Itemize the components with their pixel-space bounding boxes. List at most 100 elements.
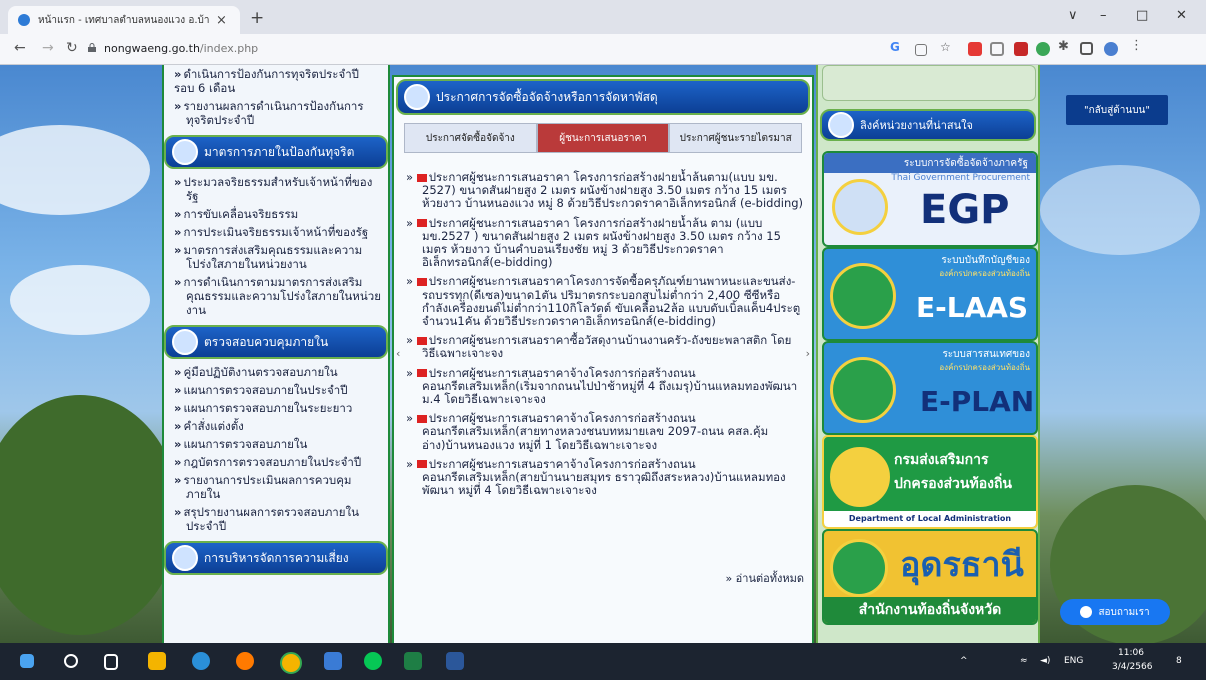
banner-subtitle: ระบบบันทึกบัญชีของ (941, 255, 1030, 266)
dla-banner[interactable]: กรมส่งเสริมการ ปกครองส่วนท้องถิ่น Depart… (822, 435, 1038, 529)
task-view-icon[interactable] (104, 654, 118, 670)
list-item[interactable]: รายงานผลการดำเนินการป้องกันการทุจริตประจ… (164, 97, 388, 129)
clock-time[interactable]: 11:06 (1118, 648, 1144, 658)
url-field[interactable]: nongwaeng.go.th/index.php (104, 42, 258, 55)
reload-icon[interactable]: ↻ (66, 40, 78, 56)
announcement-item[interactable]: » ประกาศผู้ชนะการเสนอราคาซื้อวัสดุงานบ้า… (404, 334, 804, 361)
section-header-anti-corruption: มาตรการภายในป้องกันทุจริต (164, 135, 388, 169)
extension-globe-icon[interactable] (1036, 42, 1050, 56)
section-logo-icon (172, 139, 198, 165)
udonthani-banner[interactable]: อุดรธานี สำนักงานท้องถิ่นจังหวัด (822, 529, 1038, 625)
list-item[interactable]: คู่มือปฏิบัติงานตรวจสอบภายใน (164, 363, 388, 381)
announcement-item[interactable]: » ประกาศผู้ชนะการเสนอราคา โครงการก่อสร้า… (404, 170, 804, 211)
clock-date[interactable]: 3/4/2566 (1112, 662, 1152, 672)
list-item[interactable]: การขับเคลื่อนจริยธรรม (164, 205, 388, 223)
section-header-internal-audit: ตรวจสอบควบคุมภายใน (164, 325, 388, 359)
volume-icon[interactable]: ◄) (1040, 656, 1050, 666)
section-logo-icon (828, 112, 854, 138)
list-item[interactable]: แผนการตรวจสอบภายในระยะยาว (164, 399, 388, 417)
menu-kebab-icon[interactable]: ⋮ (1130, 38, 1144, 53)
read-more-link[interactable]: » อ่านต่อทั้งหมด (725, 569, 804, 587)
pdf-icon (416, 336, 427, 345)
new-tab-button[interactable]: + (250, 8, 264, 28)
wifi-icon[interactable]: ≈ (1020, 656, 1028, 666)
extension-red-icon[interactable] (968, 42, 982, 56)
minimize-button[interactable]: – (1100, 8, 1107, 23)
google-g-icon[interactable]: G (890, 40, 904, 54)
notification-count[interactable]: 8 (1176, 656, 1182, 666)
tab-quarterly-winners[interactable]: ประกาศผู้ชนะรายไตรมาส (669, 123, 803, 153)
elaas-banner[interactable]: ระบบบันทึกบัญชีของ องค์กรปกครองส่วนท้องถ… (822, 247, 1038, 341)
tab-winning-bidders[interactable]: ผู้ชนะการเสนอราคา (536, 123, 670, 153)
scroll-left-arrow-icon[interactable]: ‹ (396, 347, 400, 360)
egp-banner[interactable]: ระบบการจัดซื้อจัดจ้างภาครัฐ Thai Governm… (822, 151, 1038, 247)
list-item[interactable]: รายงานการประเมินผลการควบคุมภายใน (164, 471, 388, 503)
forward-arrow-icon[interactable]: → (42, 40, 54, 56)
announcement-item[interactable]: » ประกาศผู้ชนะการเสนอราคาจ้างโครงการก่อส… (404, 412, 804, 452)
announcement-item[interactable]: » ประกาศผู้ชนะการเสนอราคา โครงการก่อสร้า… (404, 216, 804, 270)
banner-subtitle: กรมส่งเสริมการ (894, 452, 989, 468)
banner-title: E-PLAN (920, 385, 1035, 418)
share-icon[interactable] (915, 44, 927, 56)
banner-title: E-LAAS (916, 291, 1029, 324)
list-item[interactable]: การประเมินจริยธรรมเจ้าหน้าที่ของรัฐ (164, 223, 388, 241)
pdf-icon (416, 460, 427, 469)
announcement-item[interactable]: » ประกาศผู้ชนะการเสนอราคาโครงการจัดซื้อค… (404, 275, 804, 328)
extension-badge-icon[interactable] (1014, 42, 1028, 56)
web-page: ดำเนินการป้องกันการทุจริตประจำปี รอบ 6 เ… (0, 65, 1206, 643)
list-item[interactable]: กฎบัตรการตรวจสอบภายในประจำปี (164, 453, 388, 471)
list-item[interactable]: ดำเนินการป้องกันการทุจริตประจำปี รอบ 6 เ… (164, 65, 388, 97)
scroll-right-arrow-icon[interactable]: › (806, 347, 810, 360)
search-icon[interactable] (64, 654, 78, 668)
tab-search-icon[interactable]: ∨ (1068, 8, 1078, 23)
list-item[interactable]: แผนการตรวจสอบภายใน (164, 435, 388, 453)
line-app-icon[interactable] (364, 652, 382, 670)
excel-icon[interactable] (404, 652, 422, 670)
announcement-item[interactable]: » ประกาศผู้ชนะการเสนอราคาจ้างโครงการก่อส… (404, 366, 804, 407)
list-item[interactable]: มาตรการส่งเสริมคุณธรรมและความโปร่งใสภายใ… (164, 241, 388, 273)
links-title: ลิงค์หน่วยงานที่น่าสนใจ (860, 119, 973, 132)
partner-banner-top[interactable] (822, 65, 1036, 101)
banner-small: ปกครองส่วนท้องถิ่น (894, 476, 1012, 492)
word-icon[interactable] (446, 652, 464, 670)
tab-title: หน้าแรก - เทศบาลตำบลหนองแวง อ.บ้านฝาง (38, 14, 210, 26)
language-indicator[interactable]: ENG (1064, 656, 1083, 666)
panel-title: ประกาศการจัดซื้อจัดจ้างหรือการจัดหาพัสดุ (436, 89, 658, 104)
chat-button[interactable]: สอบถามเรา (1060, 599, 1170, 625)
tab-procurement-announcements[interactable]: ประกาศจัดซื้อจัดจ้าง (404, 123, 537, 153)
back-to-top-button[interactable]: "กลับสู่ด้านบน" (1066, 95, 1168, 125)
list-item[interactable]: การดำเนินการตามมาตรการส่งเสริมคุณธรรมและ… (164, 273, 388, 319)
side-panel-icon[interactable] (1080, 42, 1093, 55)
eplan-banner[interactable]: ระบบสารสนเทศของ องค์กรปกครองส่วนท้องถิ่น… (822, 341, 1038, 435)
announcement-item[interactable]: » ประกาศผู้ชนะการเสนอราคาจ้างโครงการก่อส… (404, 457, 804, 498)
section-logo-icon (404, 84, 430, 110)
pdf-icon (416, 277, 427, 286)
close-window-button[interactable]: ✕ (1176, 8, 1187, 23)
tree-decoration (0, 395, 180, 635)
camera-app-icon[interactable] (324, 652, 342, 670)
star-bookmark-icon[interactable]: ☆ (940, 40, 954, 54)
links-header: ลิงค์หน่วยงานที่น่าสนใจ (820, 109, 1036, 141)
list-item[interactable]: คำสั่งแต่งตั้ง (164, 417, 388, 435)
cloud-decoration (10, 265, 150, 335)
extension-chat-icon[interactable] (990, 42, 1004, 56)
section-title: มาตรการภายในป้องกันทุจริต (204, 144, 355, 159)
file-explorer-icon[interactable] (148, 652, 166, 670)
maximize-button[interactable]: □ (1136, 8, 1148, 23)
list-item[interactable]: สรุปรายงานผลการตรวจสอบภายในประจำปี (164, 503, 388, 535)
lock-icon (88, 43, 96, 52)
firefox-icon[interactable] (236, 652, 254, 670)
edge-icon[interactable] (192, 652, 210, 670)
section-logo-icon (172, 545, 198, 571)
windows-start-icon[interactable] (20, 654, 34, 668)
back-arrow-icon[interactable]: ← (14, 40, 26, 56)
tray-chevron-icon[interactable]: ^ (960, 656, 968, 666)
chrome-icon[interactable] (280, 652, 302, 674)
tab-close-icon[interactable]: × (216, 13, 227, 28)
extensions-puzzle-icon[interactable]: ✱ (1058, 39, 1072, 54)
list-item[interactable]: แผนการตรวจสอบภายในประจำปี (164, 381, 388, 399)
profile-avatar[interactable] (1104, 42, 1118, 56)
list-item[interactable]: ประมวลจริยธรรมสำหรับเจ้าหน้าที่ของรัฐ (164, 173, 388, 205)
procurement-header: ประกาศการจัดซื้อจัดจ้างหรือการจัดหาพัสดุ (396, 79, 810, 115)
browser-tab[interactable]: หน้าแรก - เทศบาลตำบลหนองแวง อ.บ้านฝาง × (8, 6, 240, 34)
